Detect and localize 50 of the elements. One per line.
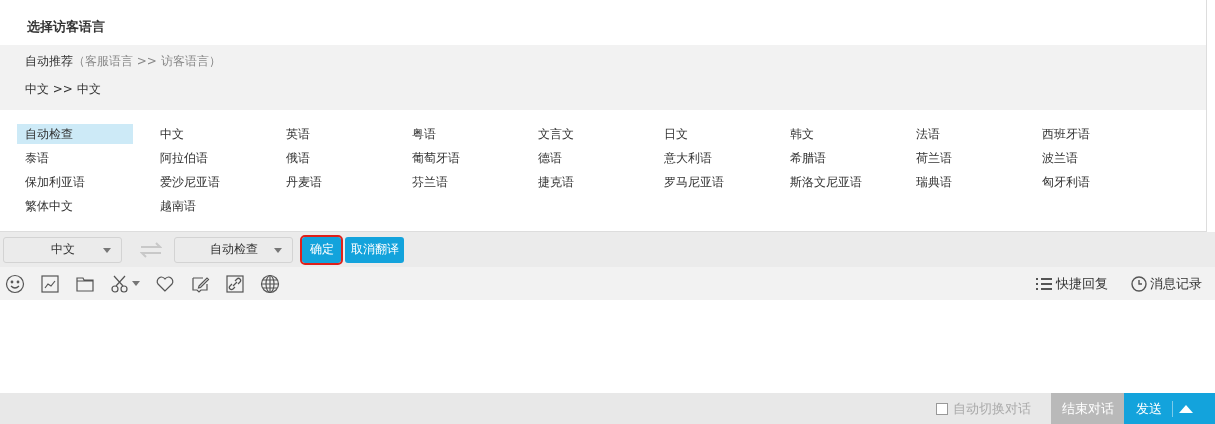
language-option[interactable]: 粤语 [404, 124, 520, 144]
caret-icon [132, 281, 140, 286]
auto-switch-label: 自动切换对话 [953, 399, 1031, 418]
language-option[interactable]: 韩文 [782, 124, 898, 144]
language-option[interactable]: 繁体中文 [17, 196, 133, 216]
language-option[interactable]: 捷克语 [530, 172, 646, 192]
language-option[interactable]: 荷兰语 [908, 148, 1024, 168]
language-option[interactable]: 希腊语 [782, 148, 898, 168]
language-option[interactable]: 罗马尼亚语 [656, 172, 772, 192]
language-option[interactable]: 西班牙语 [1034, 124, 1150, 144]
language-option[interactable]: 瑞典语 [908, 172, 1024, 192]
globe-icon[interactable] [260, 273, 280, 294]
language-option[interactable]: 法语 [908, 124, 1024, 144]
language-option[interactable]: 越南语 [152, 196, 268, 216]
language-option[interactable]: 葡萄牙语 [404, 148, 520, 168]
language-option[interactable]: 英语 [278, 124, 394, 144]
language-option[interactable]: 意大利语 [656, 148, 772, 168]
caret-icon [103, 247, 111, 253]
language-option[interactable]: 匈牙利语 [1034, 172, 1150, 192]
link-icon[interactable] [225, 273, 245, 294]
recommend-hint: （客服语言 >> 访客语言） [73, 53, 221, 69]
language-option[interactable]: 芬兰语 [404, 172, 520, 192]
image-icon[interactable] [40, 273, 60, 294]
language-option[interactable]: 阿拉伯语 [152, 148, 268, 168]
language-option[interactable]: 中文 [152, 124, 268, 144]
scissors-icon[interactable] [110, 273, 130, 294]
target-language-select[interactable]: 自动检查 [174, 236, 293, 263]
recommend-value: 中文 >> 中文 [25, 81, 102, 97]
source-language-select[interactable]: 中文 [3, 236, 122, 263]
auto-switch-checkbox[interactable] [936, 402, 948, 415]
language-option[interactable]: 爱沙尼亚语 [152, 172, 268, 192]
language-option[interactable]: 日文 [656, 124, 772, 144]
language-option[interactable]: 俄语 [278, 148, 394, 168]
clock-icon [1131, 275, 1147, 292]
caret-icon[interactable] [1179, 404, 1193, 413]
language-option[interactable]: 波兰语 [1034, 148, 1150, 168]
language-option[interactable]: 斯洛文尼亚语 [782, 172, 898, 192]
history-button[interactable]: 消息记录 [1131, 274, 1202, 293]
language-option[interactable]: 德语 [530, 148, 646, 168]
language-option[interactable]: 文言文 [530, 124, 646, 144]
language-option[interactable]: 保加利亚语 [17, 172, 133, 192]
language-option[interactable]: 泰语 [17, 148, 133, 168]
smiley-icon[interactable] [5, 273, 25, 294]
panel-title: 选择访客语言 [27, 18, 105, 36]
language-option[interactable]: 自动检查 [17, 124, 133, 144]
quick-reply-button[interactable]: 快捷回复 [1035, 274, 1108, 293]
list-icon [1035, 275, 1053, 292]
caret-icon [274, 247, 282, 253]
language-option[interactable]: 丹麦语 [278, 172, 394, 192]
recommend-label: 自动推荐 [25, 53, 73, 69]
